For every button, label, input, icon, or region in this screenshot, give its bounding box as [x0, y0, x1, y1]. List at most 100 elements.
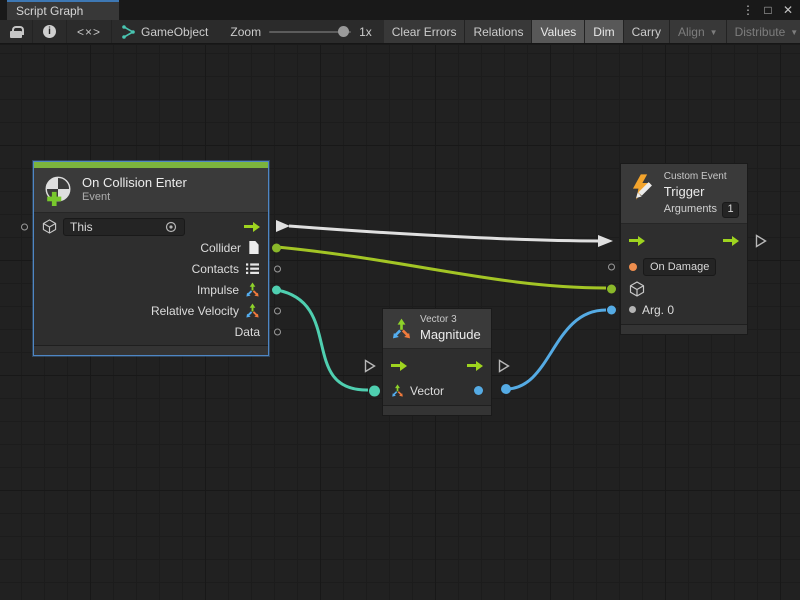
arguments-count-field[interactable]: 1 — [722, 202, 739, 218]
control-output-arrow-icon[interactable] — [244, 222, 260, 232]
port-target-input[interactable] — [607, 284, 616, 293]
close-icon[interactable]: ✕ — [780, 3, 796, 17]
node-footer — [621, 324, 747, 334]
maximize-icon[interactable]: □ — [760, 3, 776, 17]
node-surtitle: Custom Event — [664, 171, 739, 184]
port-label: Impulse — [197, 283, 239, 297]
event-name-field[interactable]: On Damage — [643, 258, 716, 276]
script-graph-window: Script Graph ⋮ □ ✕ i <×> GameObject — [0, 0, 800, 600]
code-preview-icon: <×> — [77, 25, 101, 39]
carry-toggle[interactable]: Carry — [624, 20, 670, 43]
gameobject-cube-icon — [629, 281, 645, 297]
arguments-count-value: 1 — [727, 203, 733, 217]
generic-type-icon — [629, 306, 636, 313]
gameobject-breadcrumb[interactable]: GameObject — [112, 20, 218, 43]
control-in-triangle-icon — [364, 359, 376, 373]
zoom-slider-handle[interactable] — [338, 26, 349, 37]
control-input-arrow-icon[interactable] — [629, 236, 645, 246]
vector3-icon — [245, 303, 260, 318]
distribute-label: Distribute — [735, 25, 786, 39]
row-arg0: Arg. 0 — [621, 299, 747, 321]
zoom-control: Zoom 1x — [218, 20, 383, 43]
dim-toggle[interactable]: Dim — [585, 20, 623, 43]
this-object-field[interactable]: This — [63, 218, 185, 236]
port-label: Data — [235, 325, 260, 339]
node-on-collision-enter[interactable]: On Collision Enter Event This — [33, 161, 269, 356]
dim-label: Dim — [593, 25, 614, 39]
this-field-value: This — [70, 220, 93, 234]
node-title: Trigger — [664, 184, 739, 200]
clear-errors-button[interactable]: Clear Errors — [384, 20, 466, 43]
control-out-triangle-icon — [755, 234, 767, 248]
port-vector-input[interactable] — [369, 385, 380, 396]
row-contacts: Contacts — [34, 258, 268, 279]
port-data-output[interactable] — [274, 328, 281, 335]
graph-toolbar: i <×> GameObject Zoom 1x Clear Errors — [0, 20, 800, 44]
zoom-slider[interactable] — [269, 31, 351, 33]
gameobject-label: GameObject — [141, 25, 208, 39]
tab-label: Script Graph — [16, 4, 83, 18]
port-impulse-output[interactable] — [272, 285, 281, 294]
row-relative-velocity: Relative Velocity — [34, 300, 268, 321]
lock-icon — [10, 26, 22, 38]
port-label: Relative Velocity — [151, 304, 239, 318]
document-icon — [247, 240, 260, 255]
port-label: Contacts — [192, 262, 239, 276]
info-icon: i — [43, 25, 56, 38]
values-toggle[interactable]: Values — [532, 20, 585, 43]
more-menu-icon[interactable]: ⋮ — [740, 3, 756, 17]
custom-event-icon — [629, 171, 656, 203]
object-picker-icon[interactable] — [164, 220, 178, 234]
control-output-arrow-icon[interactable] — [723, 236, 739, 246]
string-type-icon — [629, 263, 637, 271]
code-preview-button[interactable]: <×> — [67, 20, 112, 43]
lock-button[interactable] — [0, 20, 33, 43]
row-control — [383, 352, 491, 380]
port-relative-velocity-output[interactable] — [274, 307, 281, 314]
relations-label: Relations — [473, 25, 523, 39]
port-left-unconnected[interactable] — [21, 223, 28, 230]
port-label: Vector — [410, 384, 444, 398]
carry-label: Carry — [632, 25, 661, 39]
zoom-label: Zoom — [230, 25, 261, 39]
row-control — [621, 227, 747, 255]
graph-icon — [122, 25, 136, 39]
info-button[interactable]: i — [33, 20, 67, 43]
port-contacts-output[interactable] — [274, 265, 281, 272]
tab-bar: Script Graph ⋮ □ ✕ — [0, 0, 800, 20]
row-data: Data — [34, 321, 268, 342]
port-collider-output[interactable] — [272, 243, 281, 252]
port-arg0-input[interactable] — [607, 305, 616, 314]
values-label: Values — [540, 25, 576, 39]
distribute-dropdown[interactable]: Distribute ▼ — [727, 20, 800, 43]
port-magnitude-output[interactable] — [474, 386, 483, 395]
list-icon — [245, 262, 260, 275]
row-target — [621, 279, 747, 299]
control-input-arrow-icon[interactable] — [391, 361, 407, 371]
collision-event-icon — [42, 174, 74, 206]
port-label: Arg. 0 — [642, 303, 674, 317]
relations-button[interactable]: Relations — [465, 20, 532, 43]
port-name-input[interactable] — [608, 263, 615, 270]
node-vector3-magnitude[interactable]: Vector 3 Magnitude — [382, 308, 492, 416]
node-footer — [34, 345, 268, 355]
node-footer — [383, 405, 491, 415]
node-title: Magnitude — [420, 327, 481, 343]
vector3-icon — [391, 384, 404, 397]
row-impulse: Impulse — [34, 279, 268, 300]
gameobject-cube-icon — [42, 219, 57, 234]
control-out-triangle-icon — [498, 359, 510, 373]
row-collider: Collider — [34, 237, 268, 258]
clear-errors-label: Clear Errors — [392, 25, 457, 39]
align-dropdown[interactable]: Align ▼ — [670, 20, 727, 43]
node-custom-event-trigger[interactable]: Custom Event Trigger Arguments 1 — [620, 163, 748, 335]
node-surtitle: Vector 3 — [420, 314, 481, 327]
port-label: Collider — [200, 241, 241, 255]
tab-script-graph[interactable]: Script Graph — [7, 0, 119, 20]
chevron-down-icon: ▼ — [790, 28, 798, 37]
row-this: This — [34, 216, 268, 237]
event-name-value: On Damage — [650, 261, 709, 273]
control-output-arrow-icon[interactable] — [467, 361, 483, 371]
vector3-icon — [391, 318, 412, 339]
chevron-down-icon: ▼ — [710, 28, 718, 37]
